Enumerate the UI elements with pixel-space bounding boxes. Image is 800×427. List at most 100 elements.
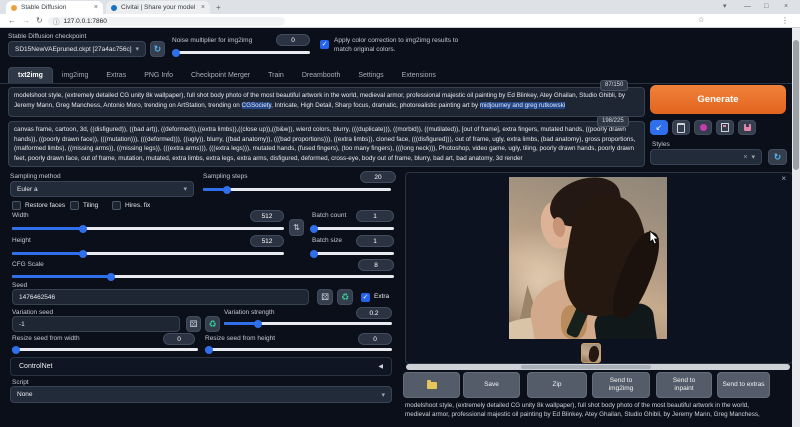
tab-close-icon[interactable]: ×: [88, 4, 98, 11]
slider-thumb[interactable]: [310, 225, 318, 233]
send-to-extras-button[interactable]: Send to extras: [717, 372, 770, 398]
clear-icon[interactable]: ×: [743, 154, 747, 161]
variation-strength-slider[interactable]: [224, 322, 392, 325]
bookmark-star-icon[interactable]: ☆: [698, 15, 704, 27]
resize-seed-height-value[interactable]: 0: [358, 333, 392, 345]
reuse-seed-button[interactable]: ♻: [337, 289, 353, 305]
generate-button[interactable]: Generate: [650, 85, 786, 114]
new-tab-icon[interactable]: +: [216, 2, 221, 14]
negative-prompt-textarea[interactable]: canvas frame, cartoon, 3d, ((disfigured)…: [8, 121, 645, 167]
tab-settings[interactable]: Settings: [349, 68, 392, 83]
window-close-icon[interactable]: ×: [784, 1, 788, 12]
seed-extra-checkbox[interactable]: ✓: [361, 293, 370, 302]
batch-size-slider[interactable]: [312, 252, 394, 255]
slider-thumb[interactable]: [254, 320, 262, 328]
page-scrollbar-thumb[interactable]: [793, 40, 799, 170]
cfg-scale-slider[interactable]: [12, 275, 394, 278]
batch-count-slider[interactable]: [312, 227, 394, 230]
restore-faces-checkbox[interactable]: [12, 201, 21, 210]
variation-strength-value[interactable]: 0.2: [356, 307, 392, 319]
gallery-scrollbar-thumb[interactable]: [521, 365, 651, 369]
send-to-img2img-button[interactable]: Send to img2img: [592, 372, 650, 398]
gallery-scrollbar[interactable]: [406, 364, 790, 370]
sampling-method-dropdown[interactable]: Euler a ▾: [10, 181, 194, 197]
gallery-close-icon[interactable]: ×: [781, 174, 786, 183]
prompt-textarea[interactable]: modelshoot style, (extremely detailed CG…: [8, 87, 645, 117]
tab-close-icon[interactable]: ×: [195, 4, 205, 11]
height-value[interactable]: 512: [250, 235, 284, 247]
save-style-button[interactable]: [738, 120, 756, 135]
seed-input[interactable]: 1476462546: [12, 289, 309, 305]
checkpoint-refresh-button[interactable]: ↻: [150, 41, 165, 57]
page-scrollbar[interactable]: [792, 28, 800, 427]
clear-prompt-button[interactable]: [672, 120, 690, 135]
tab-txt2img[interactable]: txt2img: [8, 67, 53, 83]
hires-fix-checkbox[interactable]: [112, 201, 121, 210]
window-chevron-icon[interactable]: ▾: [723, 1, 727, 12]
extra-networks-icon: [700, 124, 707, 131]
sampling-steps-slider[interactable]: [203, 188, 391, 191]
variation-reuse-seed-button[interactable]: ♻: [205, 316, 220, 332]
height-slider[interactable]: [12, 252, 284, 255]
variation-random-seed-button[interactable]: ⚄: [186, 316, 201, 332]
slider-thumb[interactable]: [172, 49, 180, 57]
browser-menu-icon[interactable]: ⋮: [781, 15, 789, 27]
tab-train[interactable]: Train: [259, 68, 293, 83]
site-info-icon[interactable]: ⓘ: [53, 16, 60, 26]
resize-seed-height-slider[interactable]: [205, 348, 392, 351]
random-seed-button[interactable]: ⚄: [317, 289, 333, 305]
zip-button[interactable]: Zip: [527, 372, 587, 398]
check-icon: ✓: [322, 41, 328, 48]
swap-dimensions-button[interactable]: ⇅: [289, 219, 304, 236]
sampling-steps-value[interactable]: 20: [360, 171, 396, 183]
window-minimize-icon[interactable]: —: [744, 1, 751, 12]
width-slider[interactable]: [12, 227, 284, 230]
batch-count-value[interactable]: 1: [356, 210, 394, 222]
slider-thumb[interactable]: [310, 250, 318, 258]
script-dropdown[interactable]: None ▾: [10, 386, 392, 403]
window-maximize-icon[interactable]: □: [764, 1, 768, 12]
address-bar[interactable]: ⓘ 127.0.0.1:7860: [48, 17, 285, 27]
paste-params-button[interactable]: ↙: [650, 120, 668, 135]
slider-thumb[interactable]: [107, 273, 115, 281]
slider-thumb[interactable]: [79, 225, 87, 233]
slider-thumb[interactable]: [205, 346, 213, 354]
open-folder-button[interactable]: [403, 372, 460, 398]
browser-tab-stable-diffusion[interactable]: Stable Diffusion ×: [6, 1, 103, 14]
extra-networks-button[interactable]: [694, 120, 712, 135]
gallery-thumbnail[interactable]: [581, 343, 601, 363]
styles-dropdown[interactable]: × ▾: [650, 149, 762, 165]
batch-size-value[interactable]: 1: [356, 235, 394, 247]
color-correction-checkbox[interactable]: ✓: [320, 40, 329, 49]
controlnet-accordion[interactable]: ControlNet ◀: [10, 357, 392, 376]
save-button[interactable]: Save: [463, 372, 520, 398]
tab-dreambooth[interactable]: Dreambooth: [293, 68, 350, 83]
reload-icon[interactable]: ↻: [36, 15, 43, 27]
width-value[interactable]: 512: [250, 210, 284, 222]
tiling-checkbox[interactable]: [70, 201, 79, 210]
tab-extensions[interactable]: Extensions: [393, 68, 445, 83]
send-to-inpaint-button[interactable]: Send to inpaint: [656, 372, 712, 398]
tab-checkpoint-merger[interactable]: Checkpoint Merger: [182, 68, 259, 83]
tab-extras[interactable]: Extras: [97, 68, 135, 83]
apply-style-button[interactable]: [716, 120, 734, 135]
styles-refresh-button[interactable]: ↻: [768, 149, 787, 165]
slider-thumb[interactable]: [223, 186, 231, 194]
checkpoint-dropdown[interactable]: SD15NewVAEpruned.ckpt [27a4ac756c] ▾: [8, 41, 146, 57]
variation-seed-input[interactable]: -1: [12, 316, 180, 332]
cfg-scale-value[interactable]: 8: [358, 259, 394, 271]
tab-img2img[interactable]: img2img: [53, 68, 97, 83]
resize-seed-width-slider[interactable]: [12, 348, 198, 351]
back-icon[interactable]: ←: [8, 15, 16, 27]
slider-thumb[interactable]: [79, 250, 87, 258]
browser-tab-civitai[interactable]: Civitai | Share your models ×: [106, 1, 210, 14]
noise-multiplier-value[interactable]: 0: [276, 34, 310, 46]
noise-multiplier-slider[interactable]: [172, 51, 310, 54]
tab-png-info[interactable]: PNG Info: [135, 68, 182, 83]
resize-seed-width-value[interactable]: 0: [163, 333, 195, 345]
recycle-icon: ♻: [208, 319, 216, 330]
slider-thumb[interactable]: [12, 346, 20, 354]
swap-icon: ⇅: [293, 223, 300, 232]
forward-icon[interactable]: →: [22, 15, 30, 27]
generated-image[interactable]: [509, 177, 667, 339]
